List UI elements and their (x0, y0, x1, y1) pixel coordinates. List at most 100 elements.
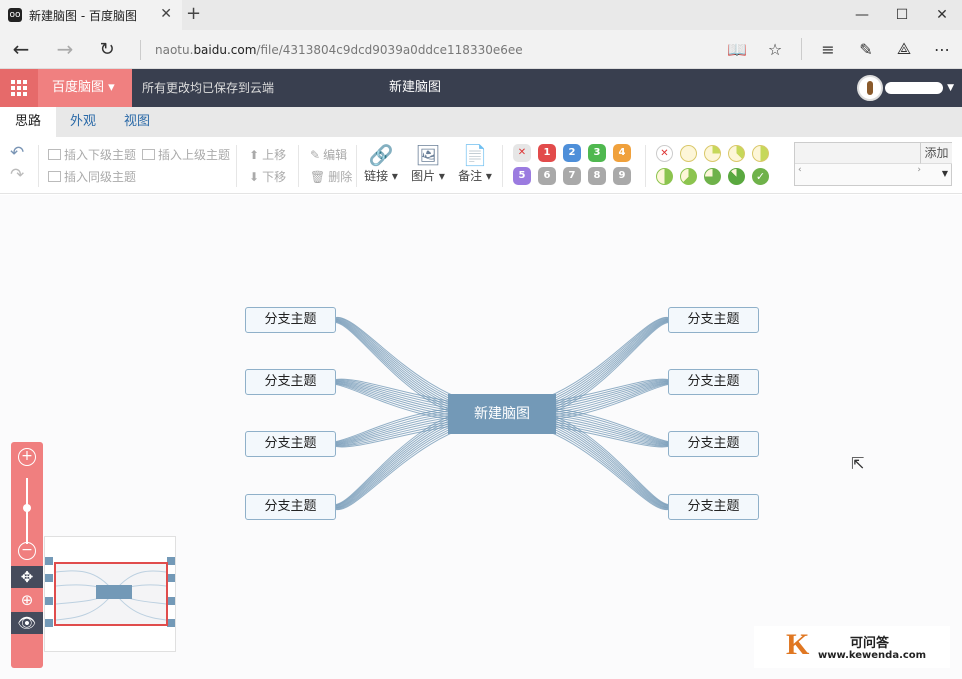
chevron-down-icon[interactable]: ▼ (947, 83, 954, 93)
navigator-eye-icon[interactable]: 👁 (11, 612, 43, 634)
progress-4-icon[interactable] (656, 168, 673, 185)
minimap-marker (167, 597, 175, 605)
move-down-label: 下移 (262, 170, 287, 184)
close-window-icon[interactable]: ✕ (922, 0, 962, 30)
progress-7-icon[interactable] (728, 168, 745, 185)
tab-view[interactable]: 视图 (114, 107, 160, 137)
image-icon: 🖼 (415, 143, 441, 167)
priority-9-icon[interactable]: 9 (613, 167, 631, 185)
maximize-icon[interactable]: ☐ (882, 0, 922, 30)
root-topic[interactable]: 新建脑图 (448, 394, 556, 434)
branch-topic-right-4[interactable]: 分支主题 (668, 494, 759, 520)
resource-input[interactable] (795, 143, 921, 164)
browser-tab[interactable]: oo 新建脑图 - 百度脑图 ✕ (0, 0, 182, 30)
redo-icon[interactable]: ↷ (10, 165, 24, 185)
progress-1-icon[interactable] (704, 145, 721, 162)
edit-label: 编辑 (323, 148, 348, 162)
delete-button[interactable]: 🗑 删除 (310, 168, 352, 185)
branch-topic-left-4[interactable]: 分支主题 (245, 494, 336, 520)
insert-sibling-button[interactable]: 插入同级主题 (48, 168, 136, 185)
priority-2-icon[interactable]: 2 (563, 144, 581, 162)
priority-7-icon[interactable]: 7 (563, 167, 581, 185)
app-header: 百度脑图 ▾ 所有更改均已保存到云端 新建脑图 ▼ (0, 69, 962, 107)
watermark-logo: K (786, 628, 810, 661)
navigator-minimap[interactable] (44, 536, 176, 652)
site-watermark: K 可问答 www.kewenda.com (754, 626, 950, 668)
locate-root-icon[interactable]: ⊕ (11, 589, 43, 611)
avatar[interactable] (857, 75, 884, 101)
note-button[interactable]: 📄 备注 ▾ (453, 143, 497, 184)
close-tab-icon[interactable]: ✕ (160, 6, 172, 22)
move-down-button[interactable]: ⬇ 下移 (249, 168, 286, 185)
zoom-in-icon[interactable]: + (18, 448, 36, 466)
tab-appearance[interactable]: 外观 (60, 107, 106, 137)
chevron-down-icon[interactable]: ▼ (942, 169, 948, 178)
minimap-marker (167, 574, 175, 582)
image-button[interactable]: 🖼 图片 ▾ (406, 143, 450, 184)
move-up-button[interactable]: ⬆ 上移 (249, 146, 286, 163)
resource-scrollbar[interactable]: ‹ › (795, 165, 937, 177)
new-tab-icon[interactable]: + (186, 3, 201, 24)
back-arrow-icon[interactable]: ← (8, 37, 34, 61)
ribbon-toolbar: ↶ ↷ 插入下级主题 插入上级主题 插入同级主题 ⬆ 上移 ⬇ 下移 ✎ 编辑 🗑 删除… (0, 137, 962, 194)
priority-4-icon[interactable]: 4 (613, 144, 631, 162)
forward-arrow-icon[interactable]: → (52, 37, 78, 61)
zoom-out-icon[interactable]: − (18, 542, 36, 560)
reading-view-icon[interactable]: 📖 (725, 37, 749, 61)
favorite-star-icon[interactable]: ☆ (763, 37, 787, 61)
priority-0-icon[interactable]: ✕ (513, 144, 531, 162)
priority-3-icon[interactable]: 3 (588, 144, 606, 162)
progress-3-icon[interactable] (752, 145, 769, 162)
priority-8-icon[interactable]: 8 (588, 167, 606, 185)
scroll-left-icon[interactable]: ‹ (798, 165, 802, 175)
undo-icon[interactable]: ↶ (10, 143, 24, 163)
move-canvas-icon[interactable]: ✥ (11, 566, 43, 588)
scroll-right-icon[interactable]: › (917, 165, 921, 175)
minimize-icon[interactable]: — (842, 0, 882, 30)
zoom-slider-handle[interactable] (23, 504, 31, 512)
progress-clear-icon[interactable]: ✕ (656, 145, 673, 162)
minimap-viewport[interactable] (54, 562, 168, 626)
ribbon-tabs: 思路 外观 视图 (0, 107, 962, 137)
branch-topic-left-1[interactable]: 分支主题 (245, 307, 336, 333)
insert-parent-icon (142, 149, 155, 160)
link-button[interactable]: 🔗 链接 ▾ (359, 143, 403, 184)
priority-5-icon[interactable]: 5 (513, 167, 531, 185)
branch-topic-right-2[interactable]: 分支主题 (668, 369, 759, 395)
progress-done-icon[interactable]: ✓ (752, 168, 769, 185)
address-bar: ← → ↻ naotu.baidu.com/file/4313804c9dcd9… (0, 30, 962, 69)
progress-5-icon[interactable] (680, 168, 697, 185)
priority-6-icon[interactable]: 6 (538, 167, 556, 185)
progress-6-icon[interactable] (704, 168, 721, 185)
progress-2-icon[interactable] (728, 145, 745, 162)
note-label: 备注 ▾ (458, 169, 492, 183)
document-title[interactable]: 新建脑图 (360, 69, 470, 107)
branch-topic-left-2[interactable]: 分支主题 (245, 369, 336, 395)
hub-icon[interactable]: ≡ (816, 37, 840, 61)
resource-add-button[interactable]: 添加 (921, 143, 952, 164)
branch-topic-right-1[interactable]: 分支主题 (668, 307, 759, 333)
progress-0-icon[interactable] (680, 145, 697, 162)
apps-grid-icon[interactable] (0, 69, 38, 107)
brand-menu-button[interactable]: 百度脑图 ▾ (38, 69, 132, 107)
insert-parent-button[interactable]: 插入上级主题 (142, 146, 230, 163)
url-field[interactable]: naotu.baidu.com/file/4313804c9dcd9039a0d… (140, 40, 523, 60)
image-label: 图片 ▾ (411, 169, 445, 183)
toolbar-divider (38, 145, 39, 187)
share-icon[interactable]: ⟁ (892, 37, 916, 61)
browser-tab-title: 新建脑图 - 百度脑图 (29, 8, 137, 23)
branch-topic-right-3[interactable]: 分支主题 (668, 431, 759, 457)
priority-1-icon[interactable]: 1 (538, 144, 556, 162)
link-label: 链接 ▾ (364, 169, 398, 183)
insert-child-button[interactable]: 插入下级主题 (48, 146, 136, 163)
branch-topic-left-3[interactable]: 分支主题 (245, 431, 336, 457)
edit-button[interactable]: ✎ 编辑 (310, 146, 347, 163)
mindmap-canvas[interactable]: 新建脑图 分支主题 分支主题 分支主题 分支主题 分支主题 分支主题 分支主题 … (0, 195, 962, 679)
refresh-icon[interactable]: ↻ (94, 37, 120, 61)
user-menu[interactable]: ▼ (857, 75, 954, 101)
web-note-icon[interactable]: ✎ (854, 37, 878, 61)
minimap-root (96, 585, 132, 599)
tab-idea[interactable]: 思路 (0, 107, 56, 137)
more-icon[interactable]: ⋯ (930, 37, 954, 61)
watermark-url: www.kewenda.com (818, 650, 927, 661)
